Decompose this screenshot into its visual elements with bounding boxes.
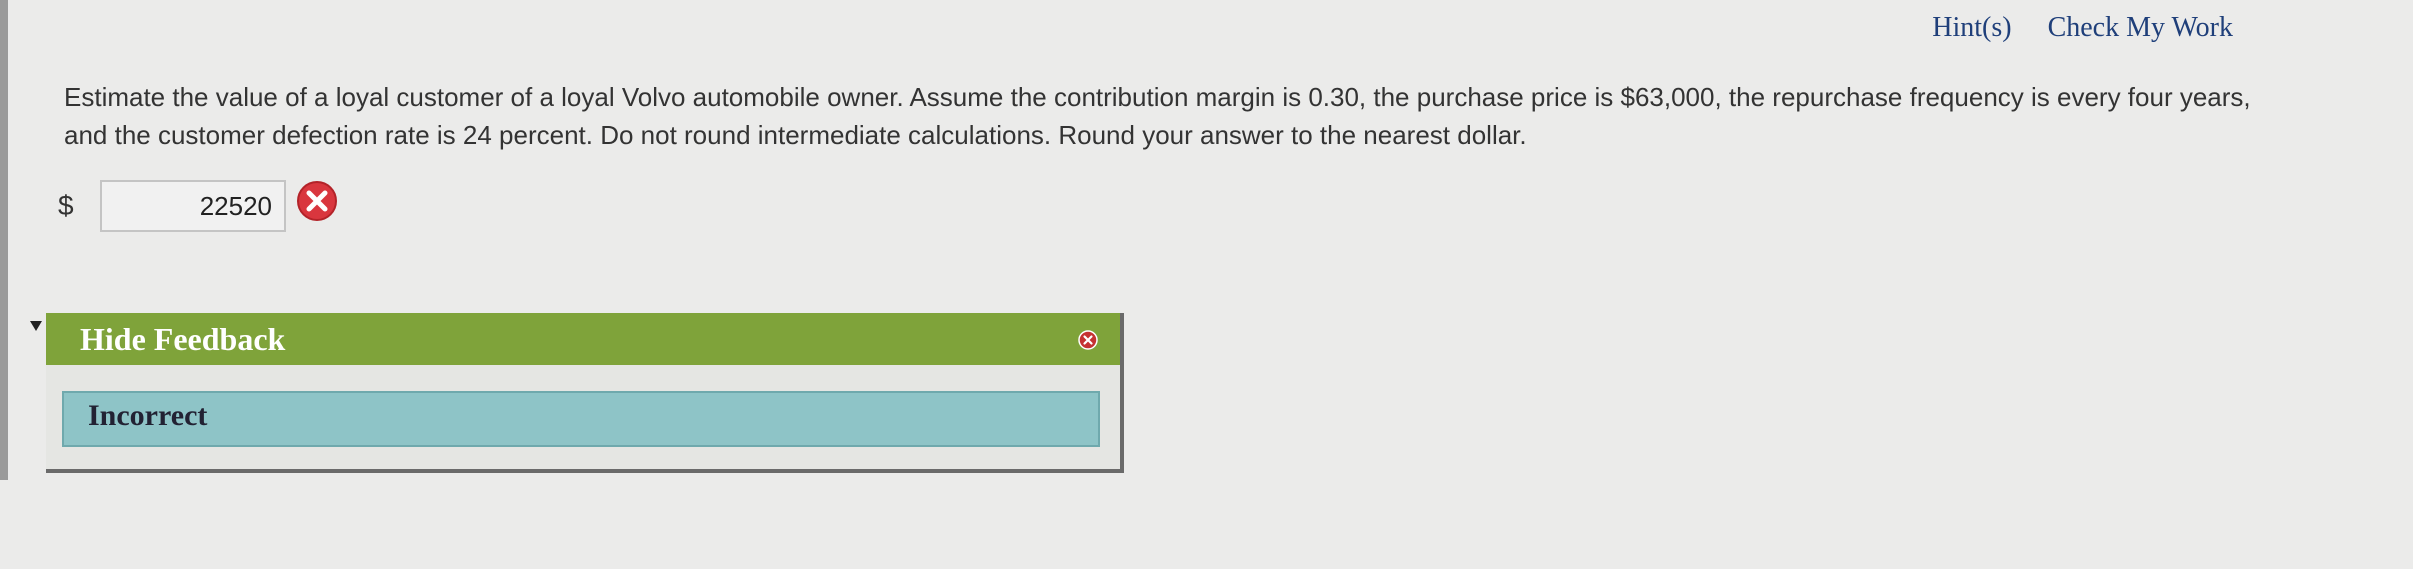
left-edge [0, 0, 8, 480]
question-toolbar: Hint(s) Check My Work [1932, 12, 2233, 44]
collapse-arrow-icon [30, 321, 42, 331]
answer-input[interactable] [100, 180, 286, 232]
feedback-panel: Hide Feedback Incorrect [30, 313, 1124, 473]
feedback-header[interactable]: Hide Feedback [30, 313, 1120, 365]
answer-row: $ [58, 180, 338, 232]
hide-feedback-toggle[interactable]: Hide Feedback [80, 321, 285, 358]
incorrect-x-icon [297, 181, 337, 221]
close-icon[interactable] [1078, 330, 1098, 350]
question-text: Estimate the value of a loyal customer o… [64, 82, 2251, 150]
hints-link[interactable]: Hint(s) [1932, 12, 2011, 44]
currency-symbol: $ [58, 190, 74, 221]
check-my-work-link[interactable]: Check My Work [2048, 12, 2233, 44]
feedback-result-text: Incorrect [88, 399, 208, 432]
feedback-result-box: Incorrect [62, 391, 1100, 447]
